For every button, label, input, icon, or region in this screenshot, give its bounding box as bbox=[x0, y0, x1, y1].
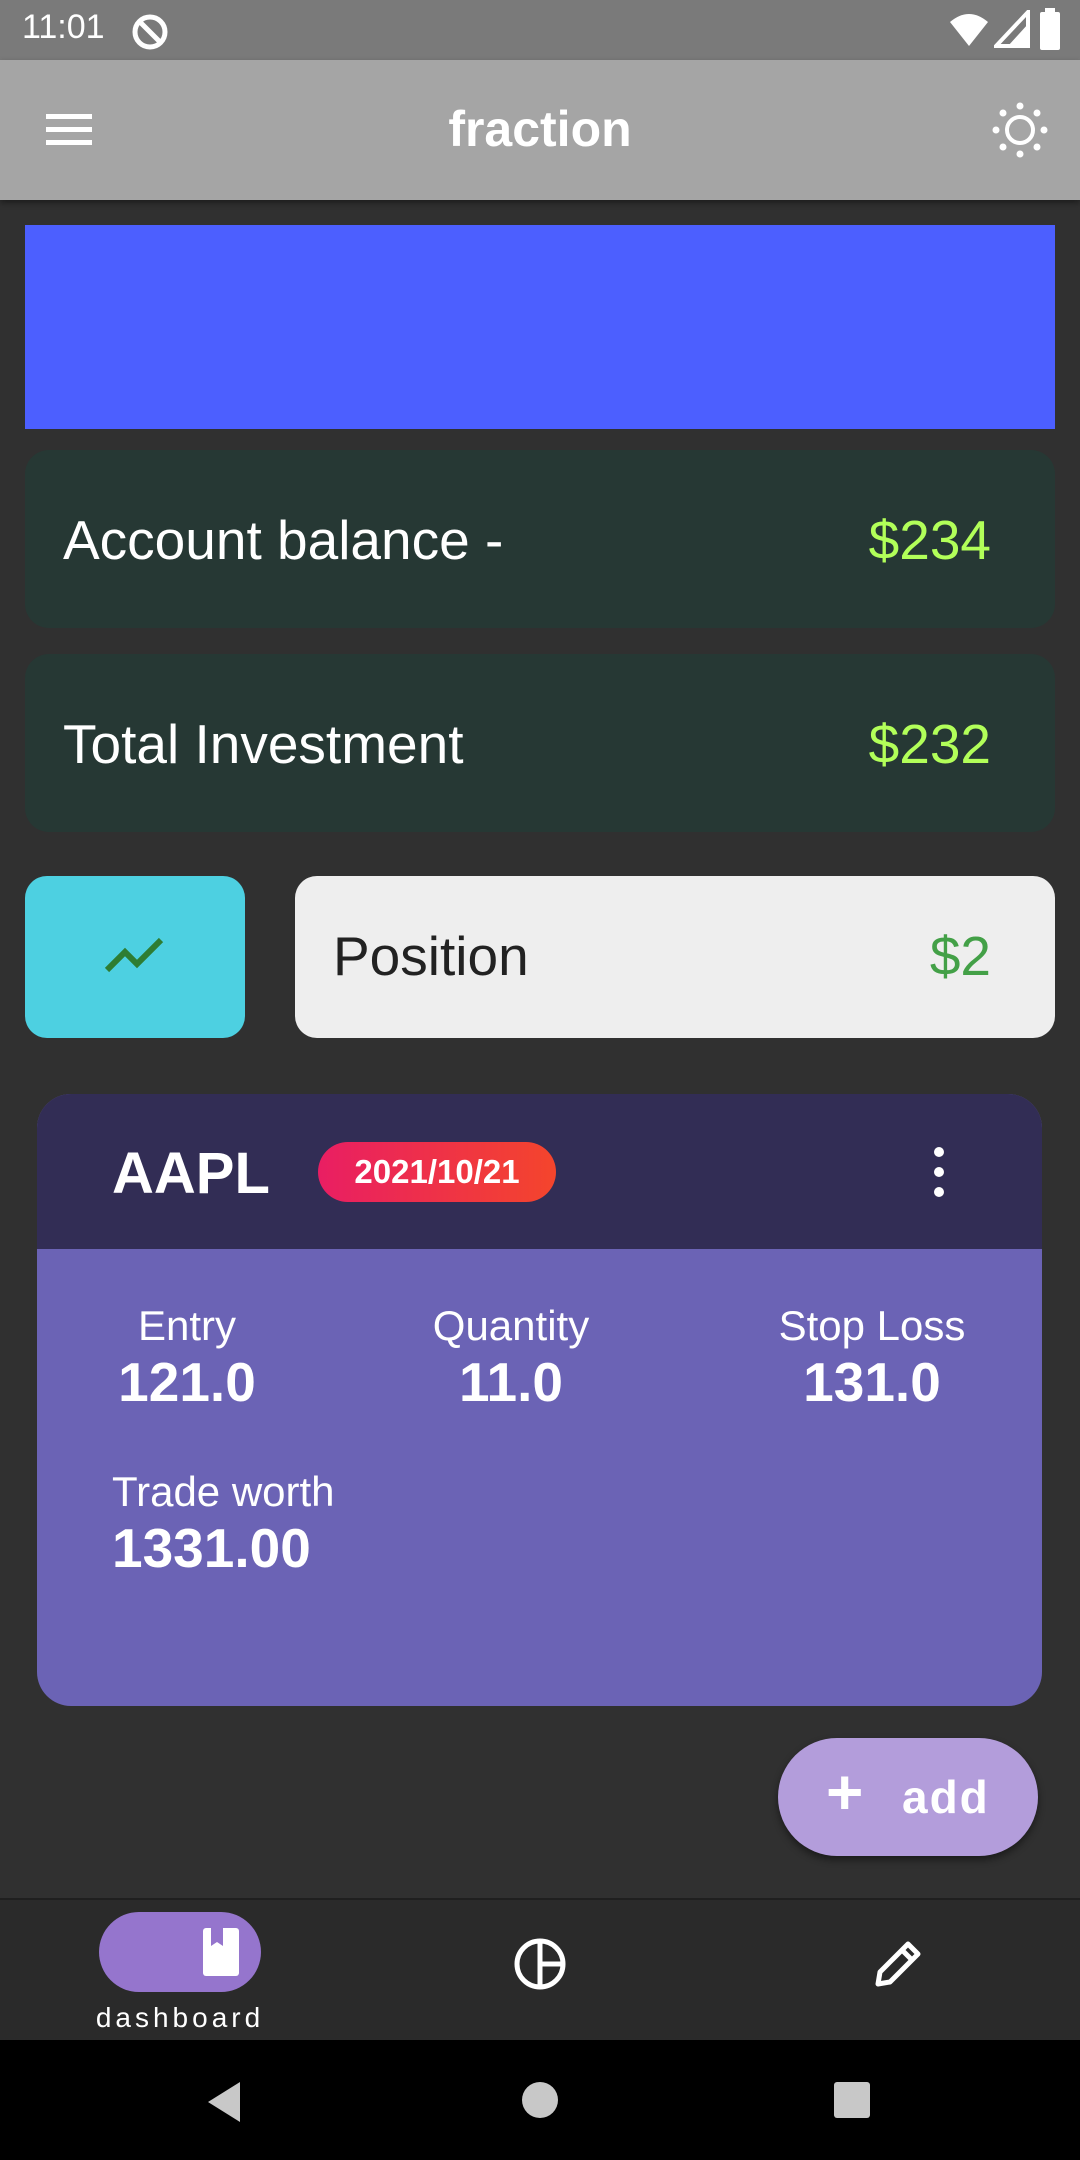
quantity-label: Quantity bbox=[432, 1302, 590, 1349]
nav-label-dashboard: dashboard bbox=[95, 2002, 265, 2033]
back-icon[interactable] bbox=[204, 2080, 244, 2124]
stop-loss-label: Stop Loss bbox=[778, 1302, 966, 1349]
position-value: $2 bbox=[929, 925, 991, 987]
pencil-icon bbox=[875, 1941, 921, 1987]
system-navigation-bar bbox=[0, 2040, 1080, 2160]
battery-icon bbox=[1040, 8, 1060, 50]
wifi-icon bbox=[950, 14, 988, 46]
nav-item-portfolio[interactable] bbox=[460, 1910, 620, 2020]
more-vert-icon[interactable] bbox=[929, 1144, 949, 1200]
status-time: 11:01 bbox=[22, 8, 105, 46]
stop-loss-value: 131.0 bbox=[803, 1351, 941, 1413]
status-bar: 11:01 bbox=[0, 0, 1080, 60]
add-button[interactable]: + add bbox=[778, 1738, 1038, 1856]
quantity-value: 11.0 bbox=[458, 1351, 563, 1413]
total-investment-card: Total Investment $232 bbox=[25, 654, 1055, 832]
sync-disabled-icon bbox=[132, 14, 168, 50]
account-balance-label: Account balance - bbox=[63, 509, 504, 571]
account-balance-value: $234 bbox=[868, 509, 991, 571]
trade-card[interactable]: AAPL 2021/10/21 Entry 121.0 Quantity 11.… bbox=[37, 1094, 1042, 1706]
entry-label: Entry bbox=[137, 1302, 237, 1349]
home-icon[interactable] bbox=[520, 2080, 560, 2120]
trending-up-icon bbox=[104, 937, 164, 973]
bookmark-icon bbox=[203, 1928, 239, 1976]
trend-button[interactable] bbox=[25, 876, 245, 1038]
account-balance-card: Account balance - $234 bbox=[25, 450, 1055, 628]
nav-item-edit[interactable] bbox=[820, 1910, 980, 2020]
pie-chart-icon bbox=[514, 1938, 566, 1990]
signal-icon bbox=[994, 10, 1030, 48]
total-investment-label: Total Investment bbox=[63, 713, 464, 775]
trade-worth-label: Trade worth bbox=[112, 1468, 335, 1515]
trade-card-header: AAPL 2021/10/21 bbox=[37, 1094, 1042, 1249]
position-label: Position bbox=[333, 925, 529, 987]
bottom-navigation: dashboard bbox=[0, 1898, 1080, 2042]
recents-icon[interactable] bbox=[832, 2080, 872, 2120]
plus-icon: + bbox=[826, 1756, 864, 1828]
app-title: fraction bbox=[448, 101, 632, 157]
trade-date-badge: 2021/10/21 bbox=[318, 1142, 556, 1202]
trade-ticker: AAPL bbox=[112, 1141, 270, 1206]
app-bar: fraction bbox=[0, 60, 1080, 200]
banner bbox=[25, 225, 1055, 429]
nav-item-dashboard[interactable]: dashboard bbox=[60, 1900, 300, 2042]
position-card: Position $2 bbox=[295, 876, 1055, 1038]
brightness-icon[interactable] bbox=[990, 100, 1050, 160]
add-button-label: add bbox=[902, 1771, 990, 1823]
entry-value: 121.0 bbox=[118, 1351, 256, 1413]
trade-worth-value: 1331.00 bbox=[112, 1517, 311, 1579]
total-investment-value: $232 bbox=[868, 713, 991, 775]
